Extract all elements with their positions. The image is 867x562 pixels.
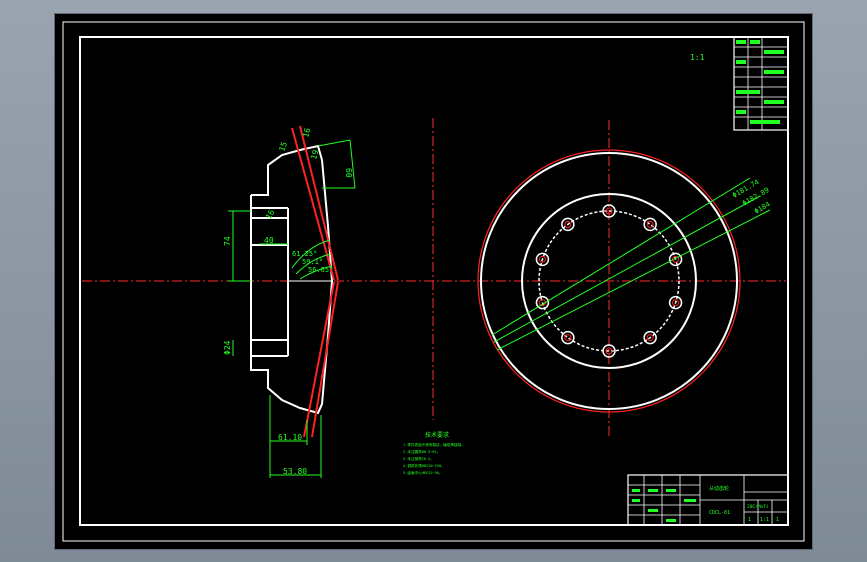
dim-bottom-61: 61.10	[278, 433, 302, 442]
notes-line-2: 2.未注圆角R0.5~R1。	[403, 449, 440, 454]
scale-note: 1:1	[690, 53, 705, 62]
dim-top-60: 60	[344, 168, 353, 178]
title-block-marks	[632, 489, 696, 522]
dim-top-15: 15	[277, 140, 289, 152]
revision-table-marks	[736, 40, 784, 124]
title-part-name: 从动齿轮	[709, 485, 729, 492]
title-scale: 1:1	[760, 517, 769, 523]
notes-line-1: 1.零件表面不得有裂纹、磕碰等缺陷。	[403, 442, 465, 447]
bolt-hole	[561, 330, 575, 345]
cad-drawing: 1:1 15 16 19 60 16 40 61.25° 59.1° 56.65…	[62, 21, 805, 542]
bolt-hole-inner	[564, 334, 572, 342]
title-material: 20CrMnTi	[747, 504, 769, 510]
dim-hole-24: Φ24	[223, 340, 232, 355]
bolt-hole	[643, 217, 657, 232]
gear-section-view	[250, 144, 334, 415]
dim-small-40: 40	[264, 236, 274, 245]
title-drawing-no: CDCL-01	[709, 510, 730, 516]
notes-line-3: 3.未注倒角C0.5。	[403, 456, 434, 461]
dim-bottom-53: 53.80	[283, 467, 307, 476]
bolt-hole-inner	[646, 220, 654, 228]
dim-top-16: 16	[301, 127, 312, 139]
notes-title: 技术要求	[425, 431, 449, 439]
section-dimension-lines	[228, 139, 356, 478]
dim-16: 16	[264, 208, 277, 221]
title-count: 1	[748, 517, 751, 523]
technical-notes: 技术要求 1.零件表面不得有裂纹、磕碰等缺陷。 2.未注圆角R0.5~R1。 3…	[403, 431, 465, 475]
dim-angle-56: 56.65°	[308, 266, 333, 274]
dim-height-74: 74	[223, 236, 232, 246]
title-sheet: 1	[776, 517, 779, 523]
dim-angle-59: 59.1°	[302, 258, 323, 266]
notes-line-4: 4.调质处理HB220~250。	[403, 463, 445, 468]
notes-line-5: 5.齿面淬火HRC52~56。	[403, 470, 443, 475]
dim-angle-61: 61.25°	[292, 250, 317, 258]
